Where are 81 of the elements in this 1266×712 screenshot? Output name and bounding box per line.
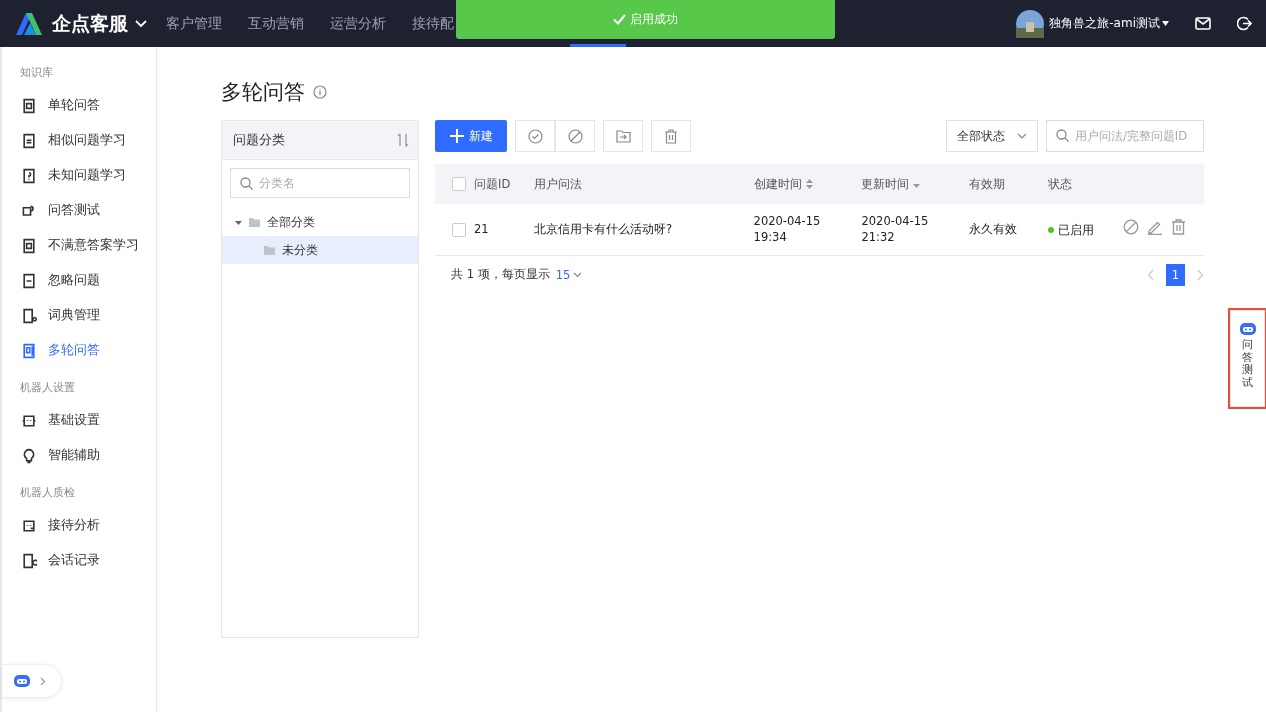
robot-icon — [1237, 321, 1258, 337]
sidebar-section-title: 知识库 — [19, 65, 54, 81]
check-circle-icon — [527, 128, 543, 144]
table-cell: 21 — [473, 204, 533, 255]
previous-page-icon[interactable] — [1147, 268, 1155, 281]
chevron-down-icon — [1017, 133, 1027, 139]
table-cell: 2020-04-15 21:32 — [860, 204, 969, 255]
nav-tab[interactable]: 接待配 — [412, 14, 454, 33]
avatar[interactable] — [1016, 9, 1045, 38]
question-search-field[interactable]: 用户问法/完整问题ID — [1046, 120, 1204, 152]
sidebar-item[interactable]: 相似问题学习 — [2, 123, 156, 158]
panel-title: 问题分类 — [233, 131, 285, 149]
user-name[interactable]: 独角兽之旅-ami测试 — [1049, 15, 1160, 32]
table-cell: 2020-04-15 19:34 — [752, 204, 861, 255]
move-button[interactable] — [603, 120, 643, 152]
sidebar-section-title: 机器人设置 — [19, 380, 76, 396]
sidebar-item[interactable]: 词典管理 — [2, 298, 156, 333]
status-filter-dropdown[interactable]: 全部状态 — [946, 120, 1038, 152]
sidebar-item[interactable]: 单轮问答 — [2, 88, 156, 123]
qa-test-float-button[interactable]: 问答测试 — [1230, 310, 1265, 407]
sidebar-item[interactable]: 未知问题学习 — [2, 158, 156, 193]
chevron-down-icon[interactable] — [134, 18, 148, 29]
tree-item[interactable]: 全部分类 — [222, 208, 418, 236]
pagination-summary: 共 1 项，每页显示 — [451, 267, 550, 282]
brand-name: 企点客服 — [52, 10, 128, 36]
next-page-icon[interactable] — [1196, 268, 1204, 281]
page-size-select[interactable]: 15 — [555, 267, 583, 282]
toast-message: 启用成功 — [630, 11, 678, 28]
column-header: 用户问法 — [533, 176, 582, 192]
disable-button[interactable] — [555, 120, 595, 152]
search-icon — [1056, 129, 1069, 142]
category-search-field[interactable]: 分类名 — [230, 168, 410, 198]
enable-button[interactable] — [515, 120, 555, 152]
column-header[interactable]: 创建时间 — [753, 176, 802, 192]
delete-button[interactable] — [651, 120, 691, 152]
page-button[interactable]: 1 — [1166, 263, 1185, 286]
sidebar-section-title: 机器人质检 — [19, 485, 76, 501]
mail-icon[interactable] — [1195, 17, 1211, 30]
tree-item[interactable]: 未分类 — [222, 236, 418, 264]
chevron-down-icon — [573, 271, 583, 278]
edit-icon[interactable] — [1147, 219, 1163, 236]
new-button[interactable]: 新建 — [435, 120, 507, 152]
nav-tab[interactable]: 运营分析 — [330, 14, 386, 33]
nav-tab[interactable]: 互动营销 — [248, 14, 304, 33]
ban-icon[interactable] — [1123, 219, 1139, 236]
column-header: 有效期 — [969, 176, 1006, 192]
plus-icon — [449, 129, 464, 143]
caret-icon[interactable] — [1162, 21, 1169, 26]
sidebar-item[interactable]: 多轮问答 — [2, 333, 156, 368]
column-header: 状态 — [1047, 176, 1072, 192]
sidebar-item[interactable]: 接待分析 — [2, 508, 156, 543]
search-icon — [240, 177, 253, 190]
row-checkbox[interactable] — [452, 222, 466, 237]
folder-arrow-icon — [615, 129, 631, 143]
sidebar-item[interactable]: 不满意答案学习 — [2, 228, 156, 263]
trash-icon — [664, 128, 678, 144]
page-title: 多轮问答 — [221, 79, 305, 106]
sidebar-item[interactable]: 问答测试 — [2, 193, 156, 228]
folder-icon — [249, 217, 260, 227]
sort-icon[interactable] — [805, 179, 813, 189]
folder-icon — [264, 245, 275, 255]
sidebar-item[interactable]: 忽略问题 — [2, 263, 156, 298]
sidebar-item[interactable]: 基础设置 — [2, 403, 156, 438]
sort-icon[interactable] — [396, 133, 410, 147]
info-icon[interactable] — [313, 85, 327, 99]
check-icon — [613, 14, 626, 25]
nav-tab[interactable]: 客户管理 — [166, 14, 222, 33]
ban-icon — [567, 128, 583, 144]
sort-down-icon[interactable] — [913, 184, 921, 188]
trash-icon[interactable] — [1171, 219, 1186, 236]
sidebar-item[interactable]: 会话记录 — [2, 543, 156, 578]
table-cell: 永久有效 — [968, 204, 1047, 255]
chevron-right-icon — [40, 676, 46, 686]
robot-icon — [12, 673, 32, 689]
logout-icon[interactable] — [1237, 16, 1252, 31]
column-header[interactable]: 更新时间 — [861, 176, 910, 192]
status-label: 已启用 — [1057, 221, 1094, 238]
table-cell: 北京信用卡有什么活动呀? — [532, 204, 753, 255]
sidebar-item[interactable]: 智能辅助 — [2, 438, 156, 473]
select-all-checkbox[interactable] — [452, 177, 466, 192]
column-header: 问题ID — [474, 176, 511, 192]
